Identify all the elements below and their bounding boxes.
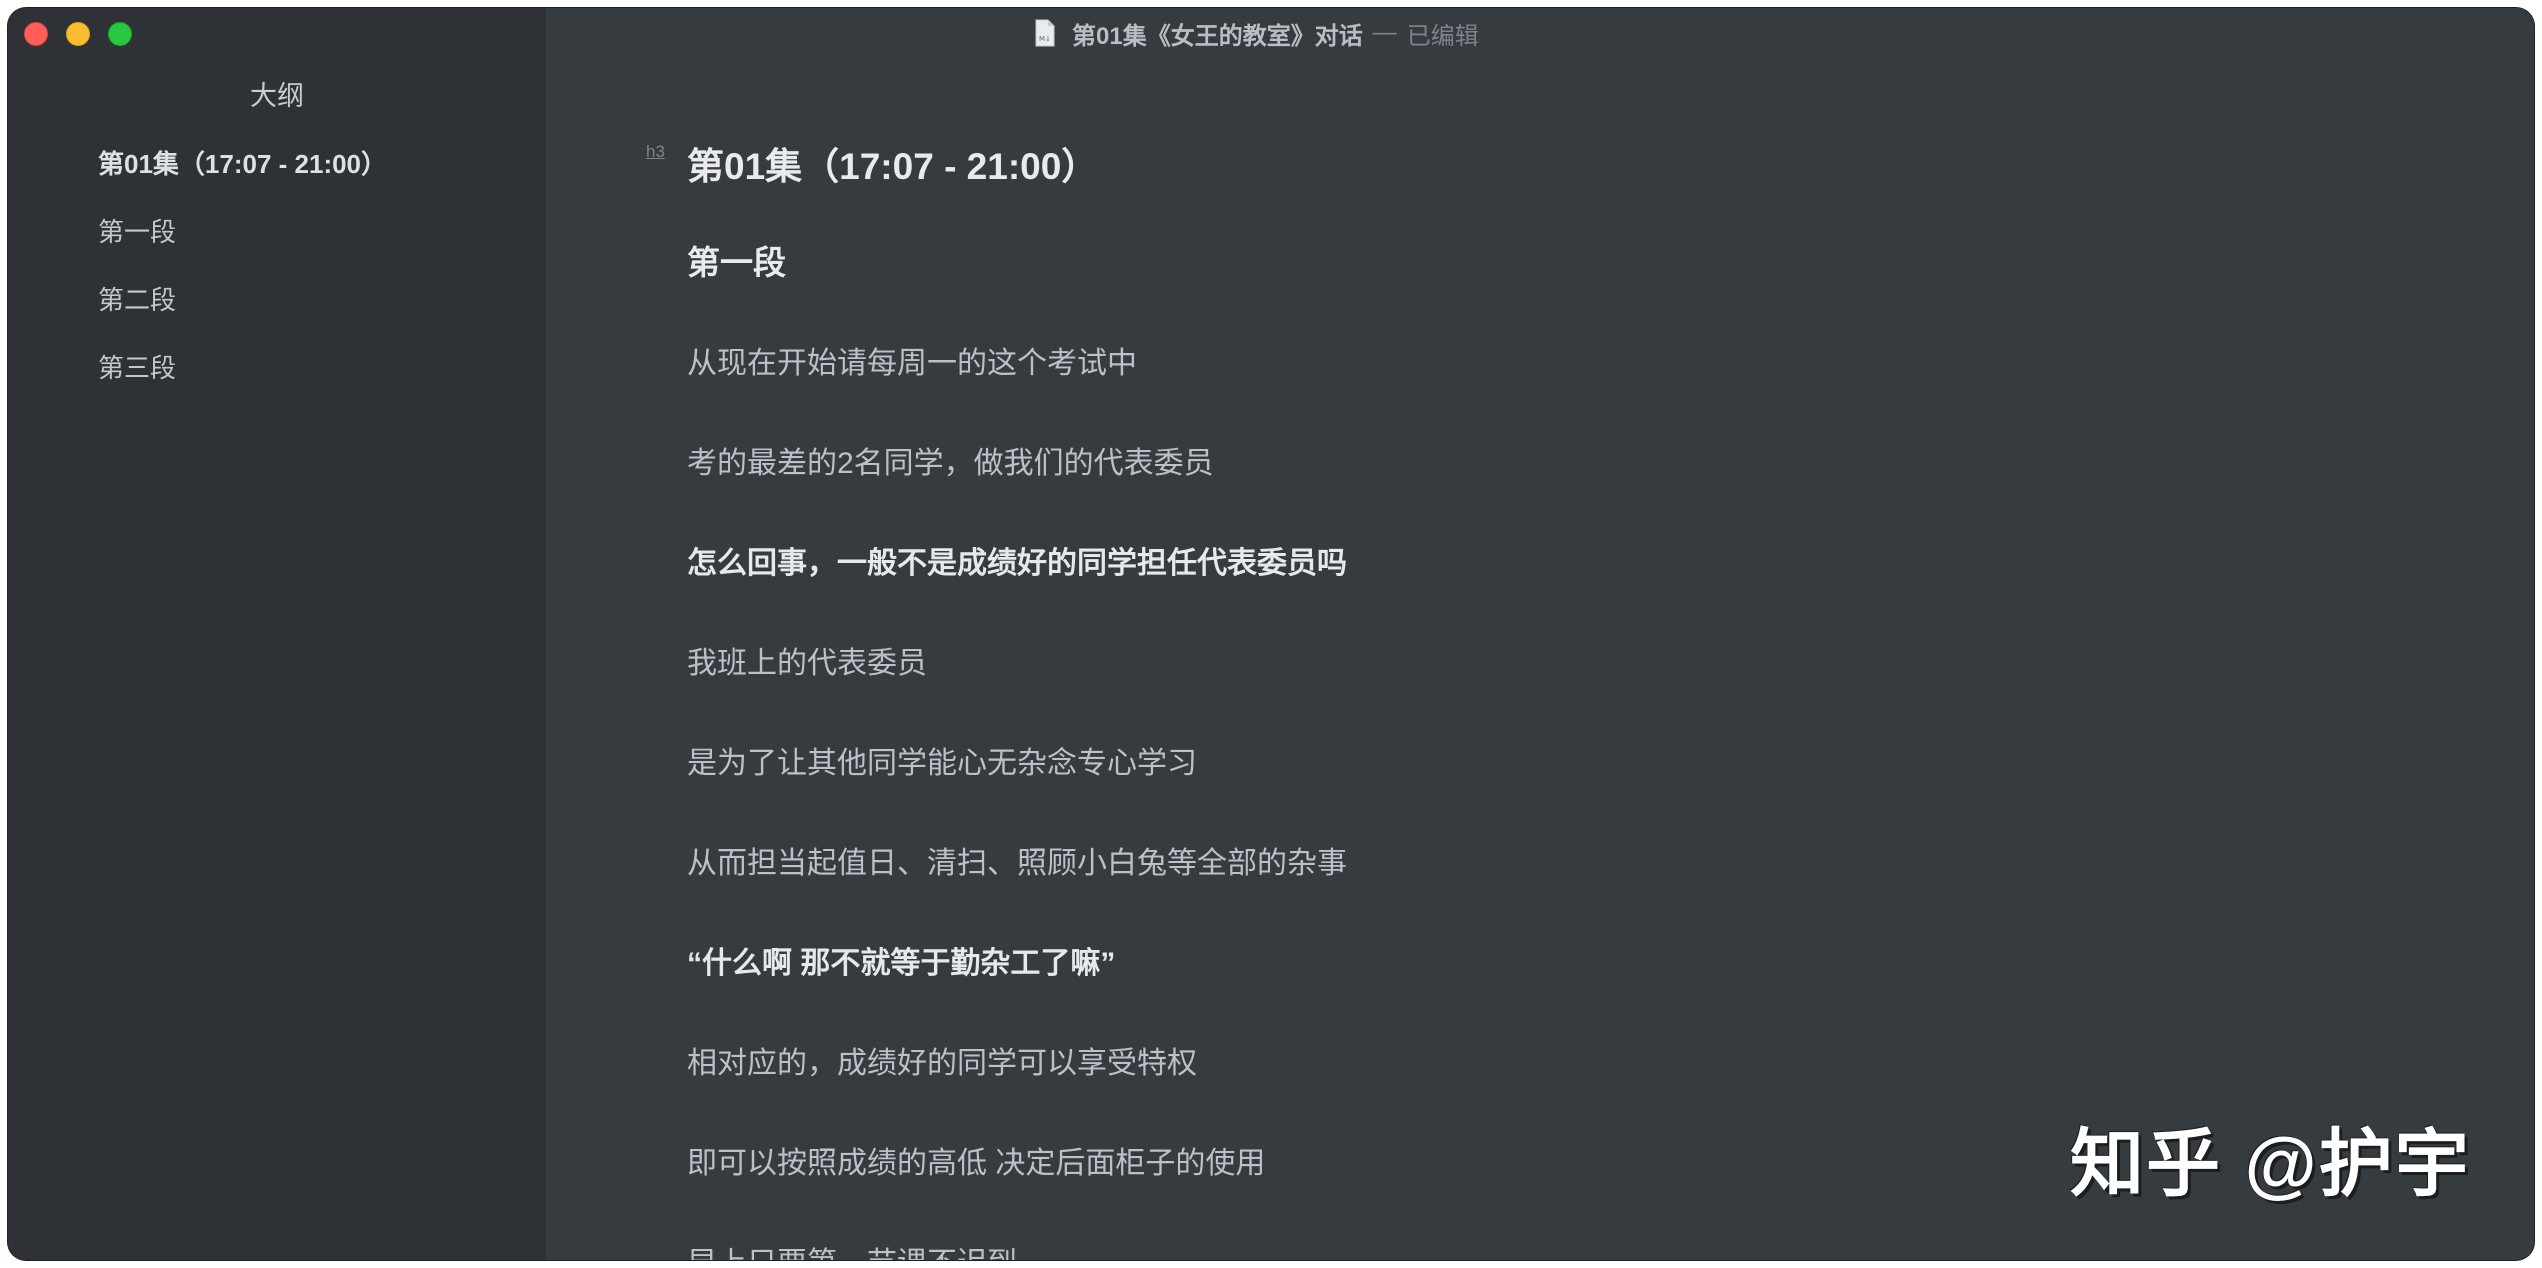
section-heading[interactable]: 第一段 — [687, 236, 786, 284]
episode-heading[interactable]: 第01集（17:07 - 21:00） — [687, 136, 1098, 190]
paragraph[interactable]: 我班上的代表委员 — [687, 638, 927, 682]
paragraph[interactable]: 相对应的，成绩好的同学可以享受特权 — [687, 1038, 1197, 1082]
heading-level-tag: h3 — [646, 142, 665, 161]
zoom-button[interactable] — [108, 22, 132, 46]
outline-item-section-1[interactable]: 第一段 — [98, 212, 176, 249]
outline-item-section-2[interactable]: 第二段 — [98, 280, 176, 317]
svg-text:M↓: M↓ — [1039, 35, 1051, 43]
outline-item-section-3[interactable]: 第三段 — [98, 348, 176, 385]
app-window: 大纲 第01集（17:07 - 21:00） 第一段 第二段 第三段 h3 第0… — [8, 8, 2534, 1260]
edited-status: 已编辑 — [1406, 22, 1479, 50]
close-button[interactable] — [24, 22, 48, 46]
paragraph-bold[interactable]: “什么啊 那不就等于勤杂工了嘛” — [687, 938, 1115, 982]
minimize-button[interactable] — [66, 22, 90, 46]
outline-title: 大纲 — [250, 81, 304, 111]
outline-sidebar: 大纲 第01集（17:07 - 21:00） 第一段 第二段 第三段 — [8, 8, 546, 1260]
paragraph[interactable]: 从现在开始请每周一的这个考试中 — [687, 338, 1137, 382]
document-title: 第01集《女王的教室》对话 — [1072, 22, 1363, 50]
outline-item-episode[interactable]: 第01集（17:07 - 21:00） — [98, 144, 387, 181]
markdown-file-icon[interactable]: M↓ — [1034, 19, 1056, 47]
paragraph[interactable]: 从而担当起值日、清扫、照顾小白兔等全部的杂事 — [687, 838, 1347, 882]
paragraph[interactable]: 早上只要第一节课不迟到 — [687, 1238, 1017, 1260]
title-separator: — — [1372, 19, 1397, 46]
title-bar[interactable]: M↓ 第01集《女王的教室》对话 — 已编辑 — [8, 8, 2534, 58]
paragraph[interactable]: 即可以按照成绩的高低 决定后面柜子的使用 — [687, 1138, 1265, 1182]
window-controls — [24, 22, 132, 46]
editor-pane[interactable]: h3 第01集（17:07 - 21:00） 第一段 从现在开始请每周一的这个考… — [546, 8, 2534, 1260]
window-title: M↓ 第01集《女王的教室》对话 — 已编辑 — [1034, 8, 1479, 58]
paragraph-bold[interactable]: 怎么回事，一般不是成绩好的同学担任代表委员吗 — [687, 538, 1347, 582]
paragraph[interactable]: 考的最差的2名同学，做我们的代表委员 — [687, 438, 1214, 482]
paragraph[interactable]: 是为了让其他同学能心无杂念专心学习 — [687, 738, 1197, 782]
watermark: 知乎 @护宇 — [2070, 1122, 2471, 1205]
